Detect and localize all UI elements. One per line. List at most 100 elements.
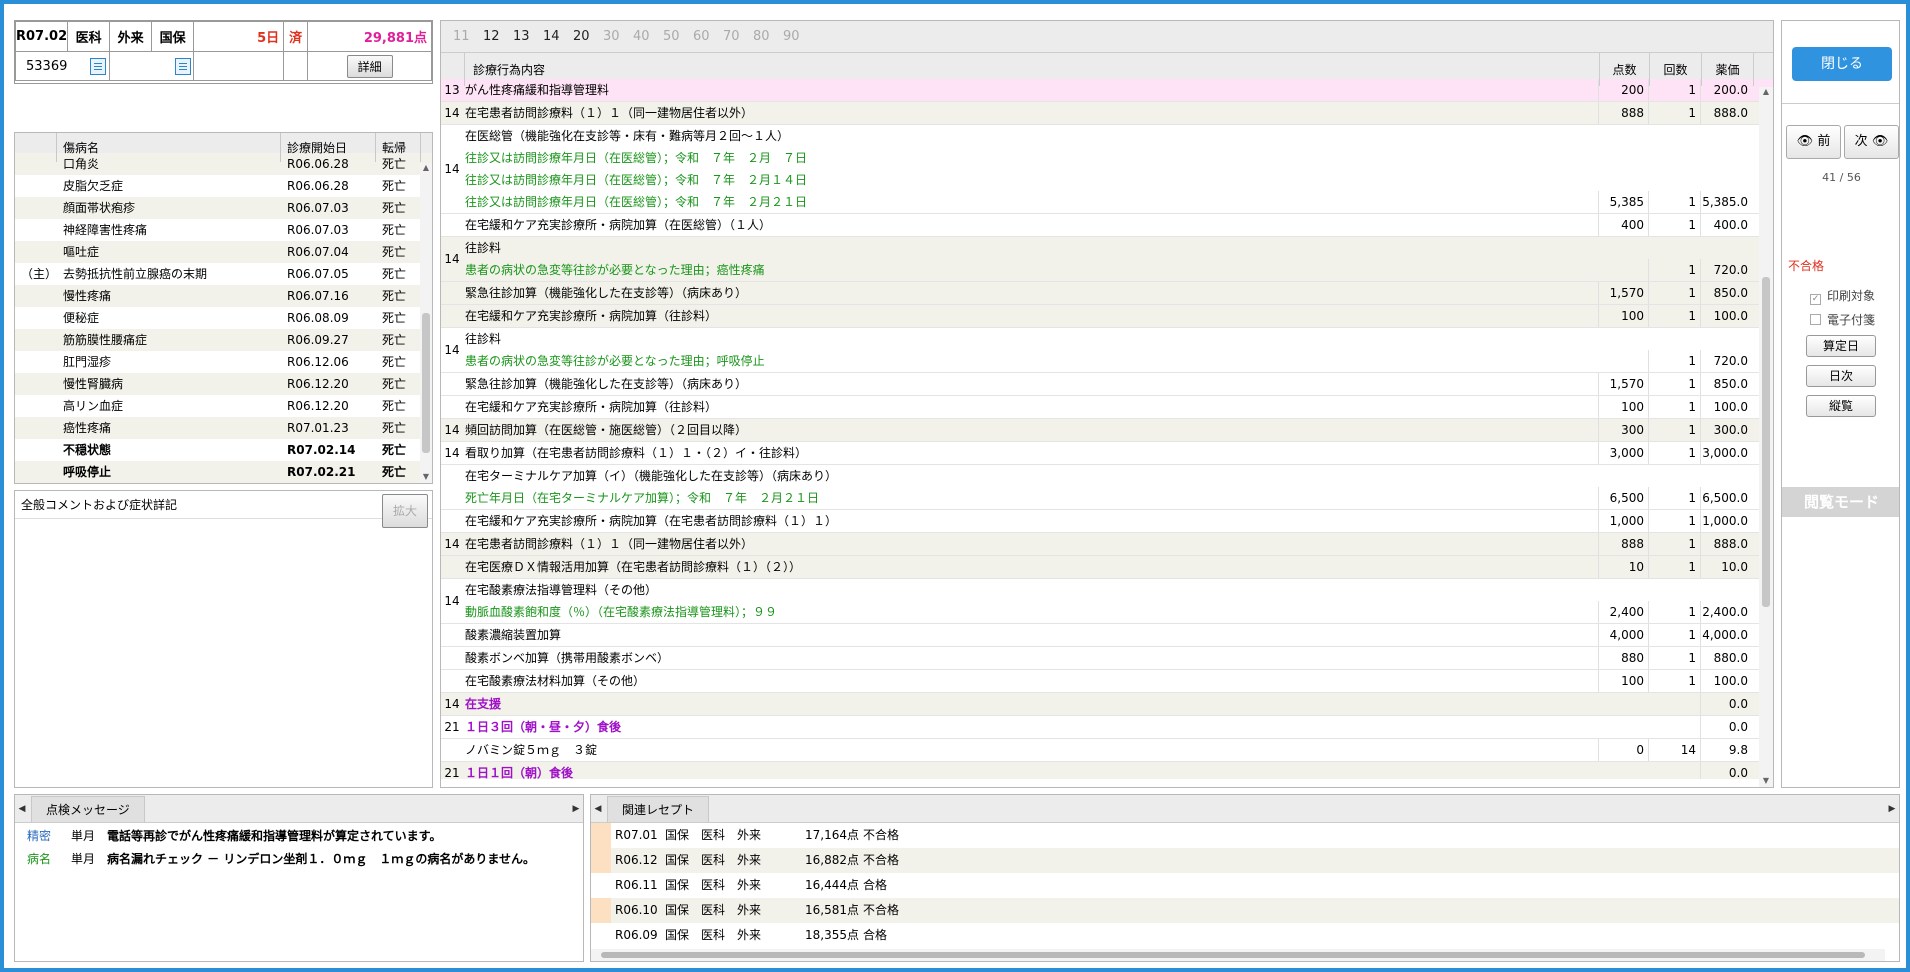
grid-scrollbar[interactable]: ▲ ▼ xyxy=(1759,87,1773,787)
grid-row[interactable]: 13 がん性疼痛緩和指導管理料 200 1 200.0 xyxy=(441,79,1773,102)
disease-row[interactable]: 神経障害性疼痛 R06.07.03 死亡 xyxy=(15,219,432,241)
grid-row[interactable]: 在宅医療ＤＸ情報活用加算（在宅患者訪問診療料（１）（２）） 10 1 10.0 xyxy=(441,556,1773,579)
grid-row[interactable]: ノバミン錠５ｍｇ ３錠 0 14 9.8 xyxy=(441,739,1773,762)
day-tab[interactable]: 40 xyxy=(633,29,663,44)
grid-row[interactable]: 14 看取り加算（在宅患者訪問診療料（１）１・（２）イ・往診料） 3,000 1 3,0… xyxy=(441,442,1773,465)
tab-right-arrow[interactable]: ▶ xyxy=(569,795,583,823)
scroll-up-arrow[interactable]: ▲ xyxy=(1759,87,1773,96)
tab-related-receipts[interactable]: 関連レセプト xyxy=(607,796,710,822)
day-tab[interactable]: 60 xyxy=(693,29,723,44)
day-tab[interactable]: 13 xyxy=(513,29,543,44)
grid-row[interactable]: 14 往診料 患者の病状の急変等往診が必要となった理由；癌性疼痛 1 720.0 xyxy=(441,237,1773,282)
related-receipt-row[interactable]: R07.01 国保 医科 外来 17,164点 不合格 xyxy=(591,823,1899,848)
calc-date-button[interactable]: 算定日 xyxy=(1806,335,1876,357)
grid-row[interactable]: 酸素ボンベ加算（携帯用酸素ボンベ） 880 1 880.0 xyxy=(441,647,1773,670)
grid-row[interactable]: 在宅緩和ケア充実診療所・病院加算（在医総管）（１人） 400 1 400.0 xyxy=(441,214,1773,237)
day-tab[interactable]: 11 xyxy=(453,29,483,44)
grid-row[interactable]: 在宅酸素療法材料加算（その他） 100 1 100.0 xyxy=(441,670,1773,693)
print-target-checkbox[interactable]: ✓ 印刷対象 xyxy=(1810,287,1875,305)
related-receipt-row[interactable]: R06.11 国保 医科 外来 16,444点 合格 xyxy=(591,873,1899,898)
detail-button[interactable]: 詳細 xyxy=(346,54,393,78)
related-receipt-row[interactable]: R06.09 国保 医科 外来 18,355点 合格 xyxy=(591,923,1899,948)
grid-row[interactable]: 緊急往診加算（機能強化した在支診等）（病床あり） 1,570 1 850.0 xyxy=(441,373,1773,396)
disease-row[interactable]: 慢性腎臓病 R06.12.20 死亡 xyxy=(15,373,432,395)
row-category-no: 14 xyxy=(444,537,460,551)
disease-row[interactable]: 高リン血症 R06.12.20 死亡 xyxy=(15,395,432,417)
grid-row[interactable]: 在宅緩和ケア充実診療所・病院加算（往診料） 100 1 100.0 xyxy=(441,305,1773,328)
day-tab[interactable]: 70 xyxy=(723,29,753,44)
grid-row[interactable]: 14 在宅患者訪問診療料（１）１（同一建物居住者以外） 888 1 888.0 xyxy=(441,533,1773,556)
disease-row[interactable]: 筋筋膜性腰痛症 R06.09.27 死亡 xyxy=(15,329,432,351)
disease-name: 慢性疼痛 xyxy=(63,289,112,303)
scroll-thumb[interactable] xyxy=(1762,277,1770,607)
row-price: 2,400.0 xyxy=(1700,601,1752,623)
row-category-no: 21 xyxy=(444,766,460,779)
message-row[interactable]: 病名 単月 病名漏れチェック － リンデロン坐剤１．０ｍｇ １ｍｇの病名がありません… xyxy=(15,848,583,871)
scroll-thumb[interactable] xyxy=(601,952,1865,958)
tab-right-arrow[interactable]: ▶ xyxy=(1885,795,1899,823)
grid-row[interactable]: 酸素濃縮装置加算 4,000 1 4,000.0 xyxy=(441,624,1773,647)
document-icon[interactable] xyxy=(89,57,106,75)
row-price: 100.0 xyxy=(1700,305,1752,327)
list-view-button[interactable]: 縦覧 xyxy=(1806,395,1876,417)
disease-row[interactable]: 嘔吐症 R06.07.04 死亡 xyxy=(15,241,432,263)
prev-button[interactable]: 👁 前 xyxy=(1786,125,1841,159)
disease-row[interactable]: 口角炎 R06.06.28 死亡 xyxy=(15,153,432,175)
disease-row[interactable]: 便秘症 R06.08.09 死亡 xyxy=(15,307,432,329)
tab-left-arrow[interactable]: ◀ xyxy=(591,795,605,823)
close-button[interactable]: 閉じる xyxy=(1792,47,1892,81)
day-tab[interactable]: 30 xyxy=(603,29,633,44)
grid-row[interactable]: 21 １日１回（朝）食後 0.0 xyxy=(441,762,1773,779)
disease-scrollbar[interactable]: ▲ ▼ xyxy=(420,163,432,483)
message-row[interactable]: 精密 単月 電話等再診でがん性疼痛緩和指導管理料が算定されています。 xyxy=(15,825,583,848)
disease-row[interactable]: 顔面帯状疱疹 R06.07.03 死亡 xyxy=(15,197,432,219)
day-tab[interactable]: 12 xyxy=(483,29,513,44)
copy-document-icon[interactable] xyxy=(175,57,192,75)
row-note: 死亡年月日（在宅ターミナルケア加算）；令和 ７年 ２月２１日 xyxy=(465,491,820,505)
electronic-attach-checkbox[interactable]: 電子付箋 xyxy=(1810,311,1875,328)
grid-row[interactable]: 14 在宅酸素療法指導管理料（その他） 動脈血酸素飽和度（％）（在宅酸素療法指導管理… xyxy=(441,579,1773,624)
related-receipt-row[interactable]: R06.10 国保 医科 外来 16,581点 不合格 xyxy=(591,898,1899,923)
grid-row[interactable]: 14 頻回訪問加算（在医総管・施医総管）（２回目以降） 300 1 300.0 xyxy=(441,419,1773,442)
grid-row[interactable]: 14 在宅患者訪問診療料（１）１（同一建物居住者以外） 888 1 888.0 xyxy=(441,102,1773,125)
scroll-down-arrow[interactable]: ▼ xyxy=(1759,776,1773,785)
disease-row[interactable]: 呼吸停止 R07.02.21 死亡 xyxy=(15,461,432,483)
disease-row[interactable]: （主） 去勢抵抗性前立腺癌の末期 R06.07.05 死亡 xyxy=(15,263,432,285)
daily-button[interactable]: 日次 xyxy=(1806,365,1876,387)
day-tab[interactable]: 90 xyxy=(783,29,813,44)
row-content: 在宅緩和ケア充実診療所・病院加算（在宅患者訪問診療料（１）１） xyxy=(463,510,1598,532)
tab-left-arrow[interactable]: ◀ xyxy=(15,795,29,823)
row-price: 100.0 xyxy=(1700,670,1752,692)
next-button[interactable]: 次 👁 xyxy=(1844,125,1899,159)
disease-row[interactable]: 肛門湿疹 R06.12.06 死亡 xyxy=(15,351,432,373)
row-count: 1 xyxy=(1648,396,1700,418)
grid-row[interactable]: 緊急往診加算（機能強化した在支診等）（病床あり） 1,570 1 850.0 xyxy=(441,282,1773,305)
disease-row[interactable]: 不穏状態 R07.02.14 死亡 xyxy=(15,439,432,461)
grid-row[interactable]: 21 １日３回（朝・昼・夕）食後 0.0 xyxy=(441,716,1773,739)
day-tab[interactable]: 50 xyxy=(663,29,693,44)
related-hscrollbar[interactable] xyxy=(591,949,1885,961)
scroll-down-arrow[interactable]: ▼ xyxy=(420,472,432,481)
tab-check-messages[interactable]: 点検メッセージ xyxy=(31,796,145,822)
scroll-up-arrow[interactable]: ▲ xyxy=(420,163,432,172)
grid-row[interactable]: 在宅緩和ケア充実診療所・病院加算（往診料） 100 1 100.0 xyxy=(441,396,1773,419)
disease-name: 嘔吐症 xyxy=(63,245,100,259)
related-receipt-row[interactable]: R06.12 国保 医科 外来 16,882点 不合格 xyxy=(591,848,1899,873)
comment-textarea[interactable] xyxy=(15,519,432,787)
grid-row[interactable]: 在宅ターミナルケア加算（イ）（機能強化した在支診等）（病床あり） 死亡年月日（在宅… xyxy=(441,465,1773,510)
scroll-thumb[interactable] xyxy=(422,313,430,453)
day-tab[interactable]: 80 xyxy=(753,29,783,44)
grid-row[interactable]: 在宅緩和ケア充実診療所・病院加算（在宅患者訪問診療料（１）１） 1,000 1 1,0… xyxy=(441,510,1773,533)
day-tab[interactable]: 20 xyxy=(573,29,603,44)
expand-button[interactable]: 拡大 xyxy=(381,494,428,528)
day-tab[interactable]: 14 xyxy=(543,29,573,44)
grid-row[interactable]: 14 往診料 患者の病状の急変等往診が必要となった理由；呼吸停止 1 720.0 xyxy=(441,328,1773,373)
disease-name: 皮脂欠乏症 xyxy=(63,179,124,193)
row-note: 往診又は訪問診療年月日（在医総管）；令和 ７年 ２月２１日 xyxy=(465,195,808,209)
disease-row[interactable]: 慢性疼痛 R06.07.16 死亡 xyxy=(15,285,432,307)
row-category-no: 21 xyxy=(444,720,460,734)
grid-row[interactable]: 14 在支援 0.0 xyxy=(441,693,1773,716)
disease-row[interactable]: 皮脂欠乏症 R06.06.28 死亡 xyxy=(15,175,432,197)
grid-row[interactable]: 14 在医総管（機能強化在支診等・床有・難病等月２回～１人） 往診又は訪問診療年月日… xyxy=(441,125,1773,214)
disease-row[interactable]: 癌性疼痛 R07.01.23 死亡 xyxy=(15,417,432,439)
